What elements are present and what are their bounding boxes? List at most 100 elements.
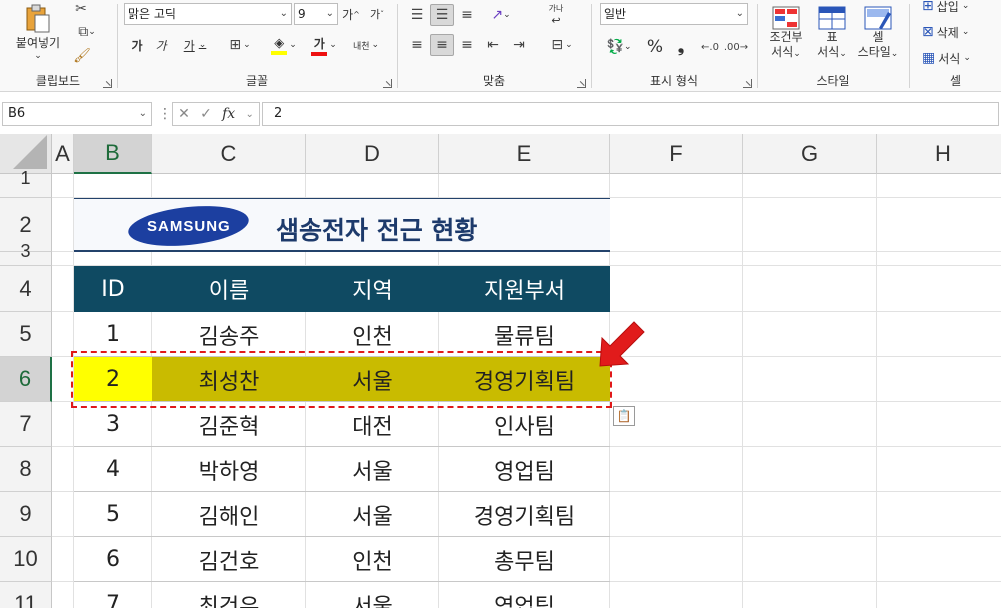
merge-center-button[interactable]: ⊟ ⌄ [544,34,580,56]
table-header-region[interactable]: 지역 [306,266,439,312]
increase-indent-button[interactable]: ⇥ [508,34,530,56]
table-cell-id[interactable]: 4 [74,447,152,492]
clipboard-dialog-launcher[interactable] [103,79,112,88]
row-header-10[interactable]: 10 [0,537,52,582]
row-header-8[interactable]: 8 [0,447,52,492]
fill-color-button[interactable]: ◈ ⌄ [266,34,302,56]
conditional-formatting-button[interactable]: 조건부 서식⌄ [762,2,810,66]
table-header-name[interactable]: 이름 [152,266,306,312]
name-box[interactable]: B6 ⌄ [2,102,152,126]
enter-check-icon[interactable]: ✓ [200,106,212,122]
table-cell-name[interactable]: 김해인 [152,492,306,537]
table-cell-id[interactable]: 3 [74,402,152,447]
number-dialog-launcher[interactable] [743,79,752,88]
conditional-formatting-icon [772,6,800,30]
row-header-1[interactable]: 1 [0,168,52,198]
copy-button[interactable]: ⧉ ⌄ [72,22,102,42]
underline-label: 가 [183,38,195,53]
insert-button[interactable]: ⊞ 삽입 ⌄ [922,0,996,16]
row-header-6[interactable]: 6 [0,357,52,402]
shrink-font-button[interactable]: 가ˇ [366,4,388,24]
number-format-combo[interactable]: 일반 ⌄ [600,3,748,25]
font-name-combo[interactable]: 맑은 고딕 ⌄ [124,3,292,25]
italic-button[interactable]: 가 [152,34,170,56]
row-header-5[interactable]: 5 [0,312,52,357]
column-header-f[interactable]: F [610,134,743,174]
comma-style-button[interactable]: ❟ [670,36,692,58]
cut-button[interactable]: ✂ [72,0,90,18]
delete-button[interactable]: ⊠ 삭제 ⌄ [922,22,996,42]
wrap-text-button[interactable]: 가나 ↩ [544,2,568,28]
row-header-11[interactable]: 11 [0,582,52,608]
percent-button[interactable]: % [644,36,666,58]
more-options-icon[interactable]: ⋮ [158,106,172,122]
table-cell-department[interactable]: 경영기획팀 [439,492,610,537]
table-cell-department[interactable]: 영업팀 [439,582,610,608]
table-cell-region[interactable]: 서울 [306,492,439,537]
font-size-combo[interactable]: 9 ⌄ [294,3,338,25]
column-header-g[interactable]: G [743,134,877,174]
column-header-b[interactable]: B [74,134,152,174]
column-header-a[interactable]: A [52,134,74,174]
fill-bucket-icon: ◈ [271,36,288,55]
chevron-down-icon: ⌄ [88,27,96,37]
table-cell-id[interactable]: 6 [74,537,152,582]
format-table-icon [818,6,846,30]
table-cell-region[interactable]: 인천 [306,537,439,582]
phonetic-button[interactable]: 내천 ⌄ [348,34,384,56]
table-cell-name[interactable]: 최건우 [152,582,306,608]
table-cell-name[interactable]: 김준혁 [152,402,306,447]
align-center-button[interactable]: ≡ [430,34,454,56]
column-header-e[interactable]: E [439,134,610,174]
table-cell-id[interactable]: 5 [74,492,152,537]
table-cell-department[interactable]: 총무팀 [439,537,610,582]
underline-button[interactable]: 가 ⌄ [176,34,214,56]
table-cell-id[interactable]: 7 [74,582,152,608]
increase-decimal-button[interactable]: ←.0 [698,36,722,58]
row-number: 10 [13,546,38,571]
row-header-9[interactable]: 9 [0,492,52,537]
insert-function-button[interactable]: fx [222,106,235,122]
orientation-button[interactable]: ↗ ⌄ [484,4,518,26]
currency-button[interactable]: 💱 ⌄ [602,36,636,58]
table-cell-region[interactable]: 서울 [306,447,439,492]
table-cell-region[interactable]: 서울 [306,582,439,608]
row-header-4[interactable]: 4 [0,266,52,312]
shrink-font-label: 가 [369,8,381,21]
borders-button[interactable]: ⊞ ⌄ [222,34,258,56]
top-align-button[interactable]: ☰ [406,4,428,26]
middle-align-button[interactable]: ☰ [430,4,454,26]
bold-button[interactable]: 가 [128,34,146,56]
column-header-d[interactable]: D [306,134,439,174]
row-header-3[interactable]: 3 [0,241,52,266]
formula-input[interactable]: 2 [262,102,999,126]
column-header-h[interactable]: H [877,134,1001,174]
font-group-label: 글꼴 [245,74,269,88]
paste-button[interactable]: 붙여넣기 ⌄ [10,2,66,62]
font-dialog-launcher[interactable] [383,79,392,88]
cancel-icon[interactable]: ✕ [178,106,190,122]
row-header-7[interactable]: 7 [0,402,52,447]
format-painter-button[interactable]: 🖌 [72,46,92,66]
table-cell-name[interactable]: 박하영 [152,447,306,492]
cell-styles-button[interactable]: 셀 스타일⌄ [852,2,904,66]
font-color-button[interactable]: 가 ⌄ [306,34,342,56]
table-cell-department[interactable]: 영업팀 [439,447,610,492]
align-right-button[interactable]: ≡ [456,34,478,56]
decrease-decimal-button[interactable]: .00→ [724,36,748,58]
format-cells-button[interactable]: ▦ 서식 ⌄ [922,48,996,68]
alignment-dialog-launcher[interactable] [577,79,586,88]
bottom-align-button[interactable]: ≡ [456,4,478,26]
table-header-department[interactable]: 지원부서 [439,266,610,312]
worksheet-grid[interactable]: ABCDEFGH 1 2 3 4 5 6 7 8 9 10 11 SAMSUNG 샘송전자 전근 현… [0,134,1001,608]
grow-font-button[interactable]: 가 ^ [340,4,362,24]
format-as-table-button[interactable]: 표 서식⌄ [810,2,854,66]
paste-options-icon[interactable]: 📋 [613,406,635,426]
table-cell-region[interactable]: 대전 [306,402,439,447]
table-cell-name[interactable]: 김건호 [152,537,306,582]
table-cell-department[interactable]: 인사팀 [439,402,610,447]
decrease-indent-button[interactable]: ⇤ [482,34,504,56]
column-header-c[interactable]: C [152,134,306,174]
table-header-id[interactable]: ID [74,266,152,312]
align-left-button[interactable]: ≡ [406,34,428,56]
